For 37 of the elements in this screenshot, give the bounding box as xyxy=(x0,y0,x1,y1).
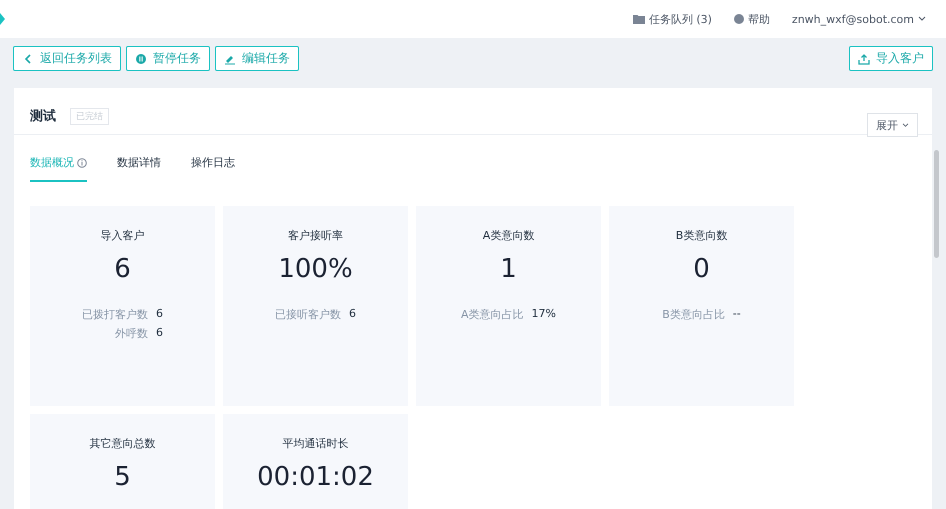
stat-label: A类意向占比 xyxy=(461,307,524,322)
task-queue-link[interactable]: 任务队列 (3) xyxy=(648,12,712,26)
card-title: 导入客户 xyxy=(100,228,144,243)
folder-icon xyxy=(632,14,645,24)
stat-label: 外呼数 xyxy=(114,326,148,341)
card-title: A类意向数 xyxy=(482,228,534,243)
stat-value: 17% xyxy=(532,307,556,322)
stat-value: 6 xyxy=(349,307,356,322)
chevron-down-icon xyxy=(902,122,909,128)
task-title: 测试 xyxy=(30,108,56,125)
upload-icon xyxy=(858,52,870,64)
help-link[interactable]: 帮助 xyxy=(748,12,770,26)
card-value: 00:01:02 xyxy=(257,461,374,493)
stat-value: -- xyxy=(732,307,741,322)
card-value: 5 xyxy=(114,461,131,493)
card-title: 客户接听率 xyxy=(288,228,343,243)
scrollbar-thumb[interactable] xyxy=(934,150,939,258)
logo-icon xyxy=(0,13,5,25)
stat-value: 6 xyxy=(156,326,163,341)
card-title: B类意向数 xyxy=(676,228,728,243)
card-title: 其它意向总数 xyxy=(90,436,156,451)
stat-value: 6 xyxy=(156,307,163,322)
tab[interactable]: 操作日志 xyxy=(191,155,235,182)
tab[interactable]: 数据详情 xyxy=(117,155,161,182)
expand-button[interactable]: 展开 xyxy=(867,113,918,137)
stat-label: 已接听客户数 xyxy=(275,307,341,322)
status-tag: 已完结 xyxy=(70,108,109,124)
stat-label: 已拨打客户数 xyxy=(82,307,148,322)
card-title: 平均通话时长 xyxy=(282,436,348,451)
pause-icon xyxy=(135,52,147,64)
stat-label: B类意向占比 xyxy=(662,307,725,322)
card-value: 6 xyxy=(114,253,131,285)
card-value: 1 xyxy=(500,253,517,285)
chevron-down-icon xyxy=(918,16,926,22)
card-value: 100% xyxy=(278,253,353,285)
user-account[interactable]: znwh_wxf@sobot.com xyxy=(792,12,914,26)
card-value: 0 xyxy=(693,253,710,285)
